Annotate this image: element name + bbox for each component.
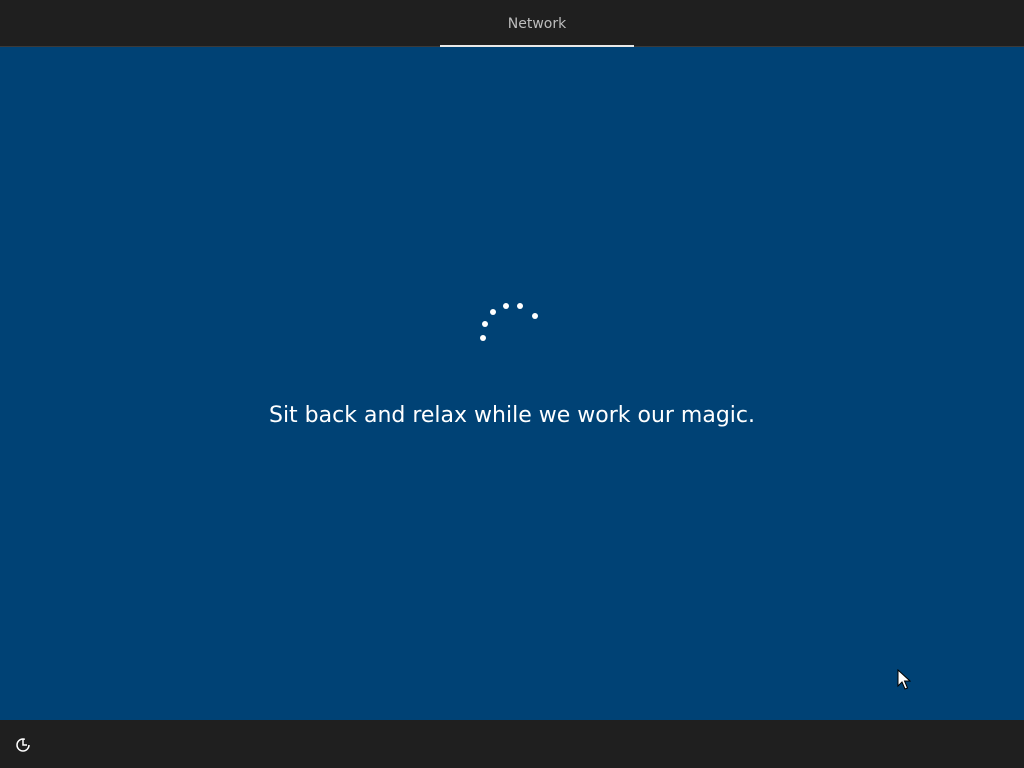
tab-network[interactable]: Network bbox=[440, 0, 634, 47]
bottom-bar bbox=[0, 720, 1024, 768]
main-panel: Sit back and relax while we work our mag… bbox=[0, 47, 1024, 720]
status-message: Sit back and relax while we work our mag… bbox=[268, 403, 756, 428]
ease-of-access-icon[interactable] bbox=[12, 734, 34, 756]
loading-spinner-icon bbox=[480, 303, 538, 341]
tab-network-label: Network bbox=[507, 16, 567, 32]
mouse-pointer-icon bbox=[897, 669, 911, 690]
top-bar: Network bbox=[0, 0, 1024, 47]
